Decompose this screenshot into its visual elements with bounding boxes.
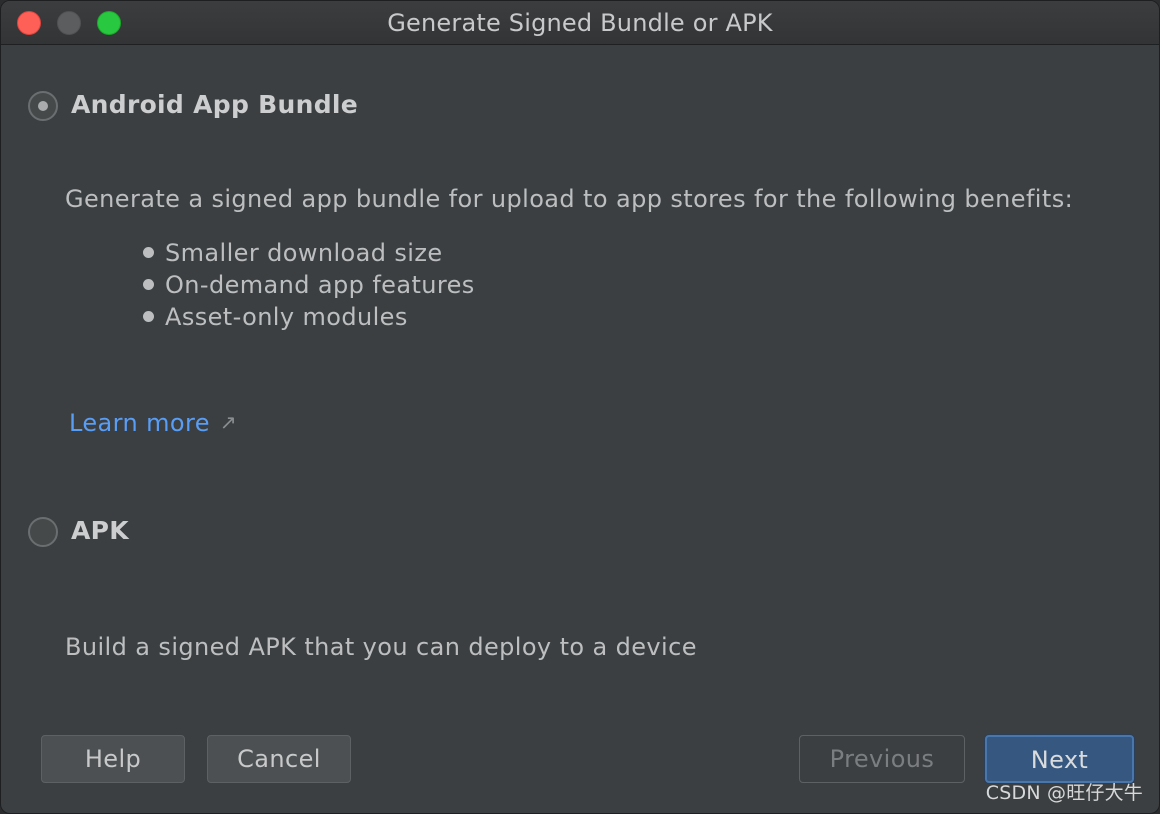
arrow-up-right-icon: ↗ — [219, 410, 238, 434]
help-button[interactable]: Help — [41, 735, 185, 783]
bullet-dot — [143, 279, 154, 290]
bundle-radio[interactable] — [28, 91, 58, 121]
bundle-option-label[interactable]: Android App Bundle — [71, 90, 358, 119]
previous-button[interactable]: Previous — [799, 735, 965, 783]
learn-more-link[interactable]: Learn more ↗ — [69, 409, 237, 437]
apk-radio[interactable] — [28, 517, 58, 547]
list-item: On-demand app features — [141, 269, 475, 301]
window-title: Generate Signed Bundle or APK — [387, 9, 773, 37]
bullet-dot — [143, 247, 154, 258]
list-item: Asset-only modules — [141, 301, 475, 333]
bullet-dot — [143, 311, 154, 322]
apk-option-label[interactable]: APK — [71, 516, 129, 545]
cancel-button[interactable]: Cancel — [207, 735, 351, 783]
title-bar: Generate Signed Bundle or APK — [1, 1, 1159, 45]
apk-description: Build a signed APK that you can deploy t… — [65, 633, 697, 661]
bundle-description: Generate a signed app bundle for upload … — [65, 185, 1074, 213]
watermark-text: CSDN @旺仔大牛 — [985, 782, 1143, 804]
list-item: Smaller download size — [141, 237, 475, 269]
benefits-list: Smaller download size On-demand app feat… — [141, 237, 475, 333]
dialog-window: Generate Signed Bundle or APK Android Ap… — [0, 0, 1160, 814]
learn-more-label[interactable]: Learn more — [69, 409, 210, 437]
next-button[interactable]: Next — [985, 735, 1134, 783]
